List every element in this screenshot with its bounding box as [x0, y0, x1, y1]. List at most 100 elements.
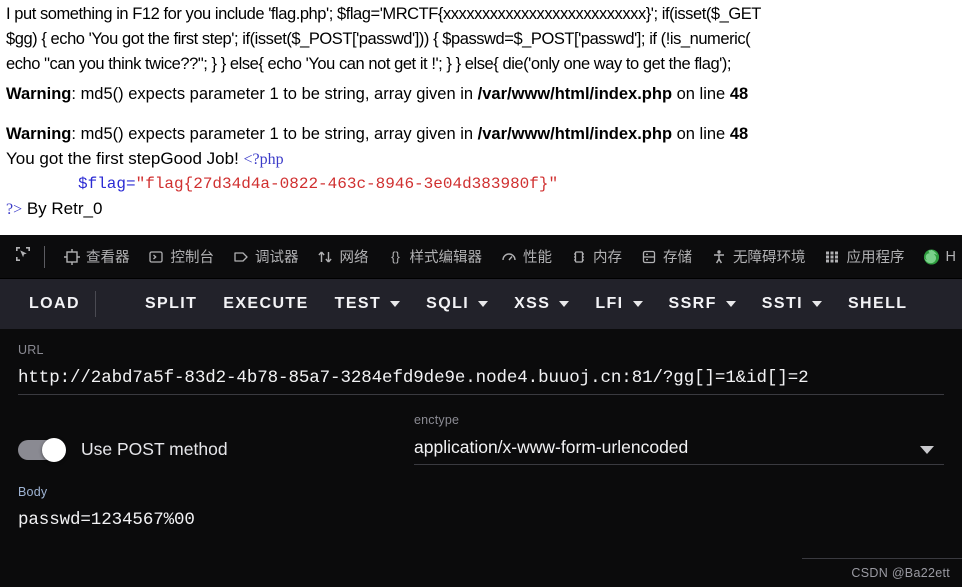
- hackbar-menu-lfi[interactable]: LFI: [582, 287, 655, 321]
- devtools-tab-accessibility[interactable]: 无障碍环境: [701, 241, 815, 273]
- body-field-label: Body: [18, 485, 48, 499]
- devtools-tab-label: 应用程序: [846, 250, 905, 266]
- result-text: You got the first stepGood Job!: [6, 149, 244, 168]
- inspector-icon: [63, 248, 80, 265]
- hackbar-menu-label: SSTI: [761, 295, 803, 312]
- hackbar-menu-label: TEST: [334, 295, 382, 312]
- enctype-selected-value: application/x-www-form-urlencoded: [414, 437, 689, 457]
- watermark-rule: [802, 558, 962, 559]
- url-field-label: URL: [18, 343, 44, 357]
- use-post-method-toggle[interactable]: Use POST method: [18, 413, 414, 462]
- hackbar-menu-ssti[interactable]: SSTI: [749, 287, 835, 321]
- memory-icon: [570, 248, 587, 265]
- chevron-down-icon: [725, 301, 736, 307]
- flag-assignment-line: $flag="flag{27d34d4a-0822-463c-8946-3e04…: [6, 172, 962, 196]
- devtools-tab-network[interactable]: 网络: [308, 241, 378, 273]
- hackbar-menu-label: SSRF: [668, 295, 717, 312]
- devtools-tab-label: 网络: [339, 250, 369, 266]
- warning-line-text: on line: [672, 125, 730, 143]
- devtools-tab-hackbar[interactable]: H: [914, 241, 962, 273]
- chevron-down-icon: [920, 446, 934, 454]
- devtools-tab-console[interactable]: 控制台: [139, 241, 224, 273]
- hackbar-menu-execute[interactable]: EXECUTE: [210, 287, 321, 321]
- php-open-tag: <?php: [243, 151, 284, 168]
- application-icon: [824, 248, 841, 265]
- devtools-tab-debugger[interactable]: 调试器: [223, 241, 308, 273]
- challenge-result-line: You got the first stepGood Job! <?php: [6, 147, 962, 172]
- warning-text: md5() expects parameter 1 to be string, …: [80, 125, 478, 143]
- hackbar-menu-ssrf[interactable]: SSRF: [656, 287, 749, 321]
- hackbar-menu-test[interactable]: TEST: [322, 287, 414, 321]
- warning-file-path: /var/www/html/index.php: [477, 125, 673, 143]
- devtools-tab-label: H: [945, 248, 956, 265]
- element-picker-icon: [14, 245, 32, 268]
- hackbar-panel: LOAD SPLIT EXECUTE TEST SQLI XSS LFI SSR…: [0, 279, 962, 587]
- enctype-field-group: enctype application/x-www-form-urlencode…: [414, 413, 944, 465]
- warning-label: Warning: [6, 125, 72, 143]
- chevron-down-icon: [559, 301, 570, 307]
- php-warning: Warning: md5() expects parameter 1 to be…: [6, 82, 962, 107]
- devtools-tab-storage[interactable]: 存储: [631, 241, 701, 273]
- devtools-tab-label: 调试器: [255, 250, 299, 266]
- warning-label: Warning: [6, 85, 72, 103]
- devtools-tab-inspector[interactable]: 查看器: [54, 241, 139, 273]
- warning-colon: :: [71, 125, 81, 143]
- author-credit: By Retr_0: [22, 199, 103, 218]
- enctype-field-label: enctype: [414, 413, 460, 427]
- url-input[interactable]: http://2abd7a5f-83d2-4b78-85a7-3284efd9d…: [18, 368, 944, 388]
- hackbar-menu-xss[interactable]: XSS: [501, 287, 582, 321]
- hackbar-menu-bar: LOAD SPLIT EXECUTE TEST SQLI XSS LFI SSR…: [0, 279, 962, 329]
- chevron-down-icon: [390, 301, 401, 307]
- screenshot-root: I put something in F12 for you include '…: [0, 0, 962, 587]
- devtools-tab-label: 控制台: [170, 250, 215, 266]
- php-close-line: ?> By Retr_0: [6, 196, 962, 222]
- chevron-down-icon: [811, 301, 822, 307]
- hackbar-menu-split[interactable]: SPLIT: [132, 287, 210, 321]
- hackbar-load-dropdown-button[interactable]: [98, 287, 132, 321]
- devtools-tab-performance[interactable]: 性能: [491, 241, 561, 273]
- browser-page-content: I put something in F12 for you include '…: [0, 0, 962, 235]
- php-source-line: echo "can you think twice??"; } } else{ …: [6, 55, 732, 73]
- devtools-tab-memory[interactable]: 内存: [561, 241, 631, 273]
- devtools-tab-label: 内存: [593, 250, 622, 266]
- warning-line-number: 48: [729, 125, 749, 143]
- toolbar-divider: [44, 245, 45, 268]
- devtools-tab-label: 查看器: [86, 250, 130, 266]
- hackbar-menu-label: LOAD: [29, 295, 80, 312]
- chevron-down-icon: [632, 301, 643, 307]
- devtools-tab-label: 性能: [523, 250, 552, 266]
- style-editor-icon: {}: [387, 248, 404, 265]
- network-icon: [317, 248, 334, 265]
- chevron-down-icon: [478, 301, 489, 307]
- hackbar-menu-shell[interactable]: SHELL: [835, 287, 920, 321]
- devtools-tab-bar: 查看器 控制台 调试器 网络 {} 样式编辑器 性能 内存 存储 无障碍环境 应…: [0, 235, 962, 279]
- hackbar-icon: [923, 248, 940, 265]
- devtools-tab-style-editor[interactable]: {} 样式编辑器: [378, 241, 492, 273]
- toggle-knob: [42, 437, 66, 462]
- enctype-select[interactable]: application/x-www-form-urlencoded: [414, 437, 944, 458]
- csdn-watermark: CSDN @Ba22ett: [851, 566, 950, 580]
- warning-colon: :: [71, 85, 81, 103]
- hackbar-menu-label: EXECUTE: [223, 295, 309, 312]
- debugger-icon: [232, 248, 249, 265]
- flag-variable: $flag=: [78, 175, 136, 193]
- url-field-group: URL http://2abd7a5f-83d2-4b78-85a7-3284e…: [0, 329, 962, 395]
- hackbar-menu-label: LFI: [595, 295, 624, 312]
- storage-icon: [640, 248, 657, 265]
- element-picker-button[interactable]: [8, 242, 38, 272]
- use-post-method-label: Use POST method: [81, 439, 228, 459]
- hackbar-menu-load[interactable]: LOAD: [16, 287, 93, 321]
- body-input[interactable]: passwd=1234567%00: [18, 510, 944, 530]
- devtools-panel: 查看器 控制台 调试器 网络 {} 样式编辑器 性能 内存 存储 无障碍环境 应…: [0, 235, 962, 587]
- devtools-tab-application[interactable]: 应用程序: [815, 241, 914, 273]
- hackbar-menu-label: SQLI: [426, 295, 470, 312]
- hackbar-menu-label: SPLIT: [144, 295, 198, 312]
- body-field-group: Body passwd=1234567%00: [0, 465, 962, 530]
- devtools-tab-label: 样式编辑器: [409, 250, 483, 266]
- svg-text:{}: {}: [391, 249, 400, 264]
- devtools-tab-label: 存储: [663, 250, 692, 266]
- hackbar-menu-label: SHELL: [847, 295, 908, 312]
- method-and-enctype-row: Use POST method enctype application/x-ww…: [0, 395, 962, 465]
- hackbar-menu-sqli[interactable]: SQLI: [413, 287, 501, 321]
- toggle-switch[interactable]: [18, 437, 66, 462]
